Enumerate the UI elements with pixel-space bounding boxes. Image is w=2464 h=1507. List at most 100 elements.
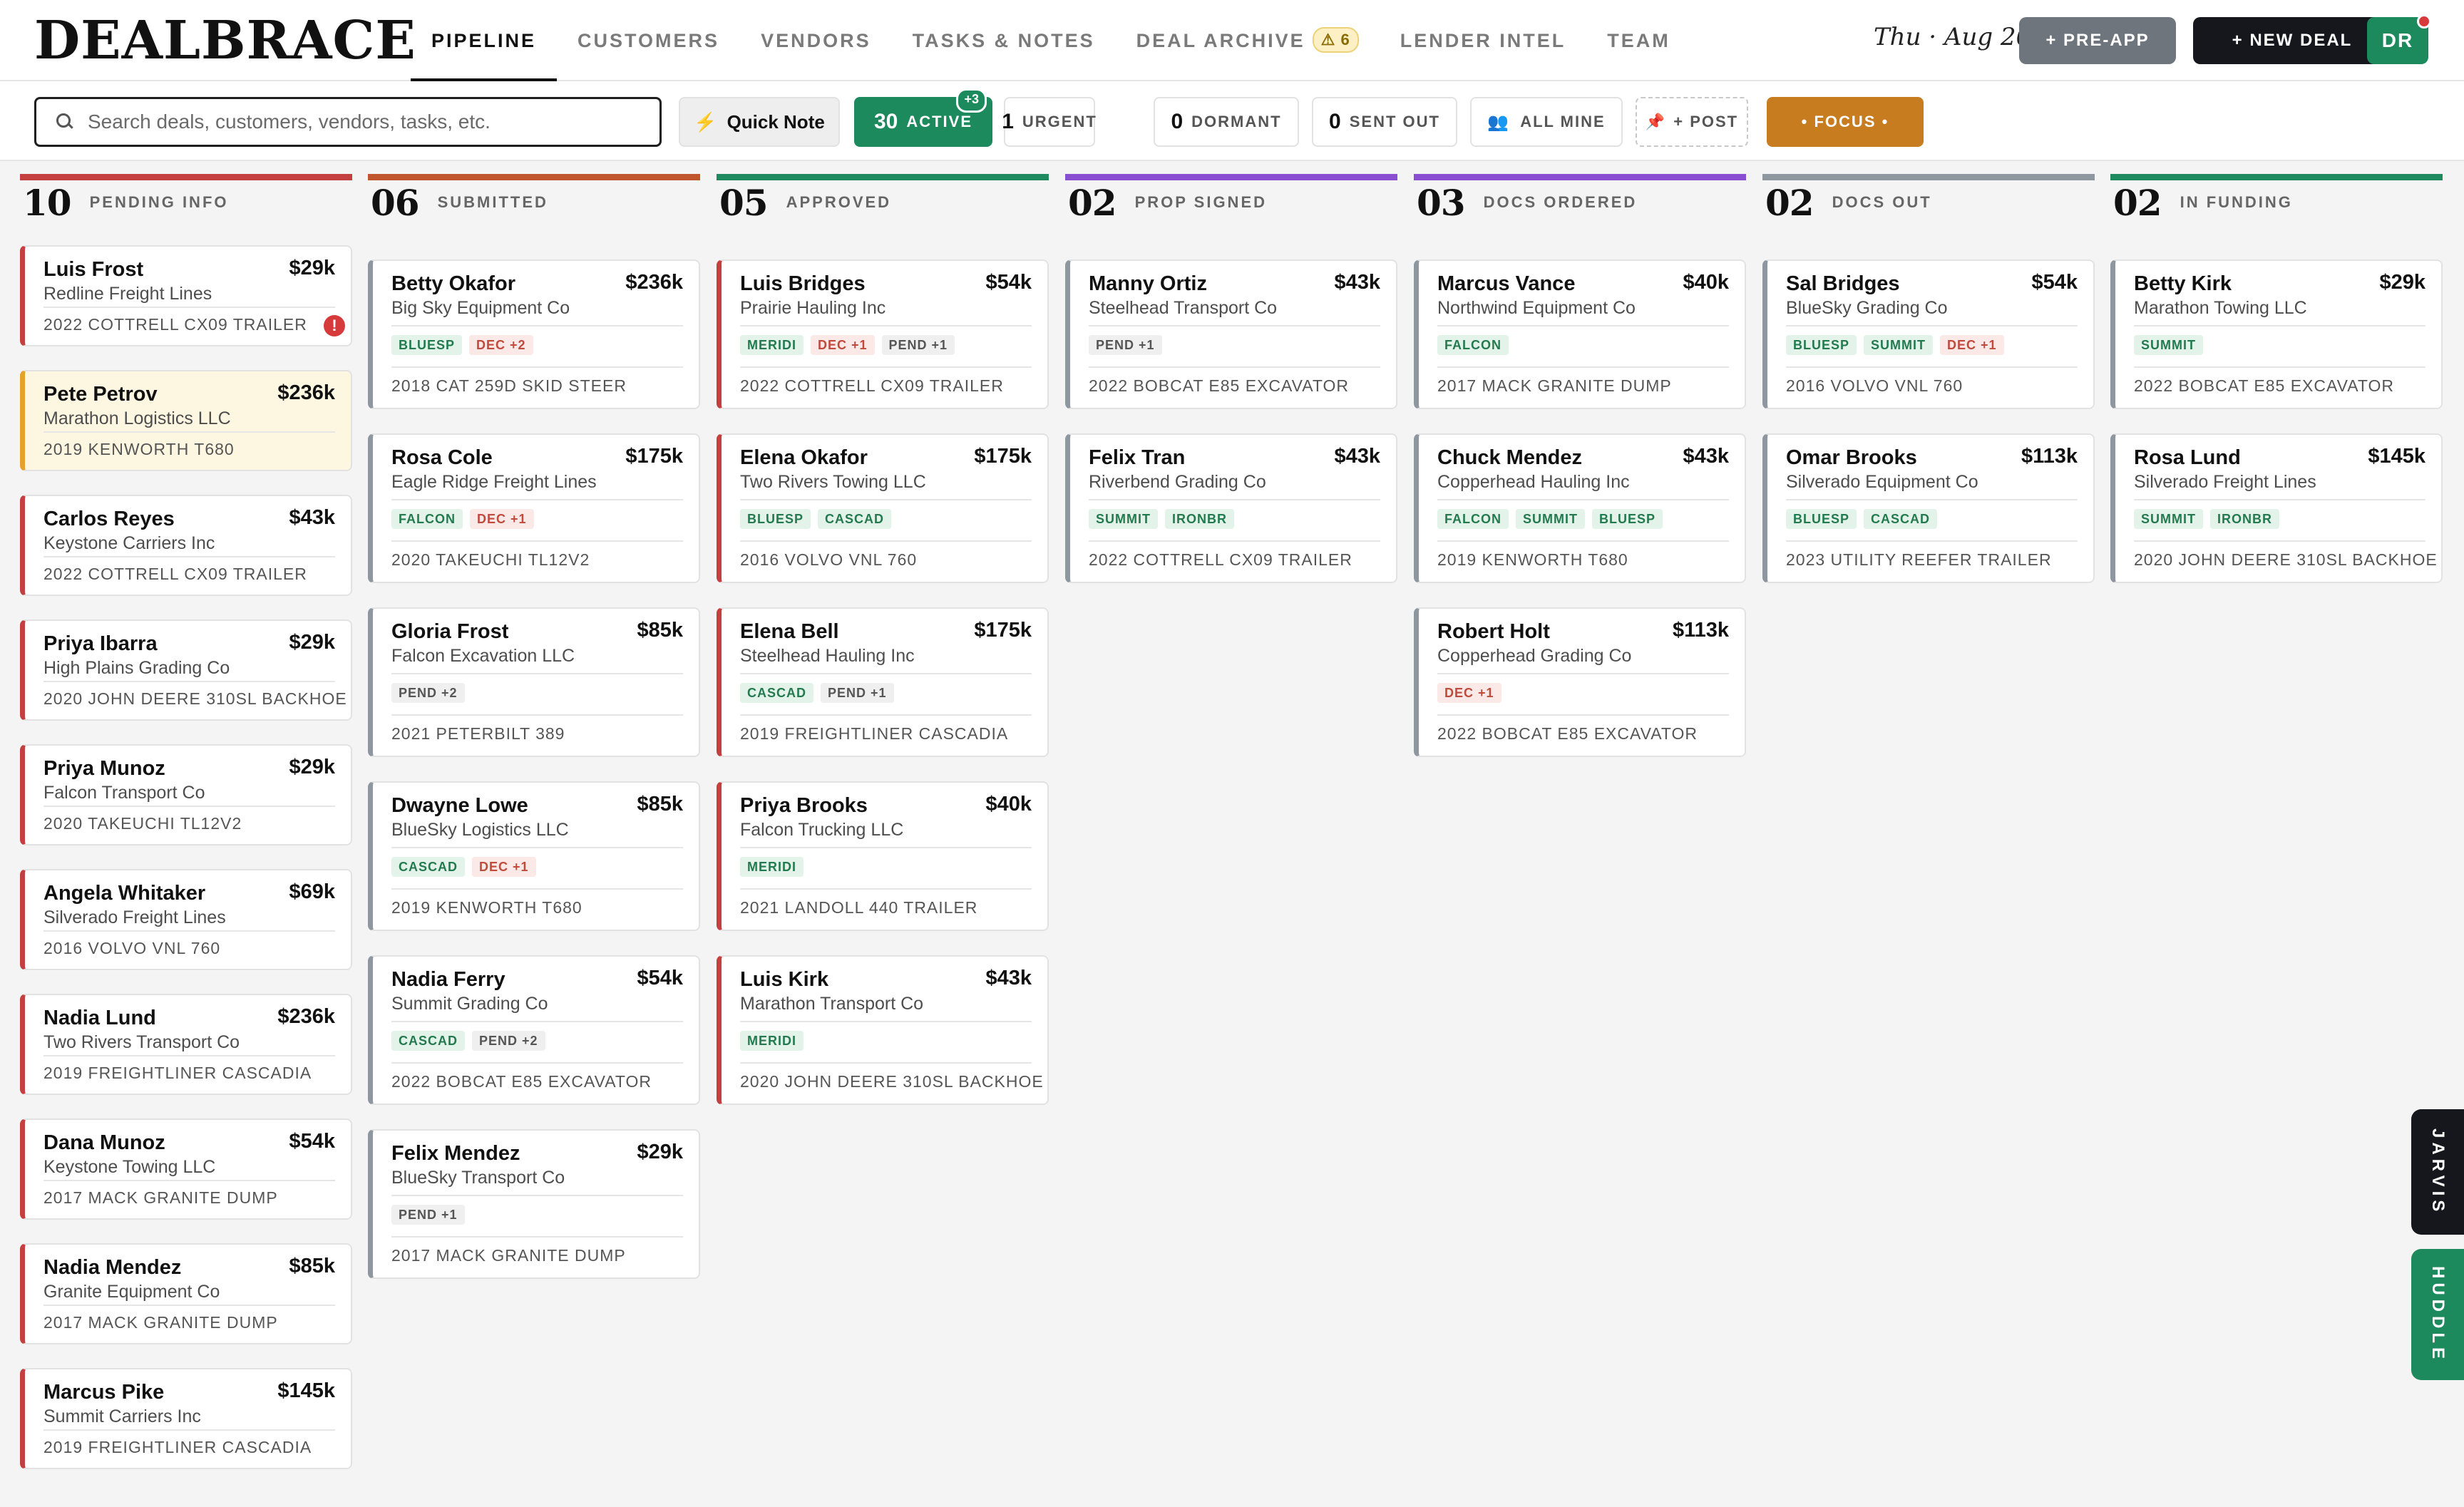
deal-amount: $236k xyxy=(277,381,335,404)
current-date: Thu · Aug 20 xyxy=(1874,23,2032,51)
column-count: 05 xyxy=(719,181,769,224)
card-divider xyxy=(43,681,335,682)
deal-card[interactable]: Sal Bridges $54k BlueSky Grading Co BLUESP S… xyxy=(1762,259,2095,409)
deal-card[interactable]: Omar Brooks $113k Silverado Equipment Co BL… xyxy=(1762,433,2095,583)
urgent-label: URGENT xyxy=(1022,113,1097,130)
deal-card[interactable]: Priya Brooks $40k Falcon Trucking LLC MERID… xyxy=(717,781,1049,931)
tab-lender-intel[interactable]: LENDER INTEL xyxy=(1380,0,1587,81)
lender-tags: PEND +1 xyxy=(391,1205,465,1225)
search-input[interactable] xyxy=(86,110,645,134)
lender-tags: BLUESP SUMMIT DEC +1 xyxy=(1786,335,2004,355)
deal-card[interactable]: Priya Munoz $29k Falcon Transport Co 2020 T… xyxy=(20,744,352,845)
column-header: 02 IN FUNDING xyxy=(2110,180,2443,225)
deal-card[interactable]: Robert Holt $113k Copperhead Grading Co DEC… xyxy=(1414,607,1746,757)
deal-equipment: 2023 UTILITY REEFER TRAILER xyxy=(1786,550,2052,569)
tab-pipeline[interactable]: PIPELINE xyxy=(411,0,558,83)
deal-card[interactable]: Manny Ortiz $43k Steelhead Transport Co PEN… xyxy=(1065,259,1397,409)
card-divider xyxy=(1437,673,1729,674)
lender-tag: DEC +1 xyxy=(470,509,534,529)
deal-card[interactable]: Marcus Vance $40k Northwind Equipment Co FA… xyxy=(1414,259,1746,409)
deal-company: Eagle Ridge Freight Lines xyxy=(391,472,597,492)
filter-active[interactable]: 30 ACTIVE +3 xyxy=(854,88,992,147)
deal-card[interactable]: Dana Munoz $54k Keystone Towing LLC 2017 MA… xyxy=(20,1118,352,1220)
deal-name: Dwayne Lowe xyxy=(391,794,528,817)
deal-card[interactable]: Luis Bridges $54k Prairie Hauling Inc MERID… xyxy=(717,259,1049,409)
deal-card[interactable]: Betty Okafor $236k Big Sky Equipment Co BLU… xyxy=(368,259,700,409)
column-color-bar xyxy=(1065,174,1397,180)
deal-card[interactable]: Marcus Pike $145k Summit Carriers Inc 2019 … xyxy=(20,1368,352,1469)
column-header: 02 DOCS OUT xyxy=(1762,180,2095,225)
column-pending-info: 10 PENDING INFO Luis Frost $29k Redline Frei… xyxy=(20,174,352,1469)
lender-tag: PEND +1 xyxy=(881,335,955,355)
card-divider xyxy=(1437,499,1729,500)
deal-card[interactable]: Carlos Reyes $43k Keystone Carriers Inc 202… xyxy=(20,495,352,596)
tab-label: TEAM xyxy=(1607,30,1670,51)
deal-card[interactable]: Priya Ibarra $29k High Plains Grading Co 20… xyxy=(20,619,352,721)
deal-name: Rosa Lund xyxy=(2134,446,2241,469)
deal-card[interactable]: Elena Okafor $175k Two Rivers Towing LLC BL… xyxy=(717,433,1049,583)
deal-company: Prairie Hauling Inc xyxy=(740,298,886,318)
focus-button[interactable]: • FOCUS • xyxy=(1767,97,1924,147)
deal-company: Marathon Logistics LLC xyxy=(43,408,231,428)
deal-name: Carlos Reyes xyxy=(43,508,175,530)
deal-equipment: 2022 COTTRELL CX09 TRAILER xyxy=(740,376,1004,395)
filter-all-mine[interactable]: 👥 ALL MINE xyxy=(1470,97,1623,147)
deal-name: Chuck Mendez xyxy=(1437,446,1583,469)
deal-equipment: 2019 FREIGHTLINER CASCADIA xyxy=(43,1438,312,1456)
deal-card[interactable]: Felix Tran $43k Riverbend Grading Co SUMMIT… xyxy=(1065,433,1397,583)
user-avatar[interactable]: DR xyxy=(2367,14,2431,64)
tab-team[interactable]: TEAM xyxy=(1586,0,1691,81)
column-title: APPROVED xyxy=(786,193,892,211)
deal-amount: $145k xyxy=(277,1379,335,1402)
lender-tag: SUMMIT xyxy=(1864,335,1934,355)
pre-app-button[interactable]: + PRE-APP xyxy=(2019,17,2176,64)
column-title: SUBMITTED xyxy=(437,193,548,211)
lender-tags: MERIDI xyxy=(740,1031,804,1051)
deal-card[interactable]: Nadia Mendez $85k Granite Equipment Co 2017… xyxy=(20,1243,352,1344)
deal-amount: $113k xyxy=(2021,445,2078,468)
tab-vendors[interactable]: VENDORS xyxy=(740,0,892,81)
deal-card[interactable]: Rosa Lund $145k Silverado Freight Lines SUM… xyxy=(2110,433,2443,583)
deal-company: Redline Freight Lines xyxy=(43,284,212,304)
tab-deal-archive[interactable]: DEAL ARCHIVE ⚠ 6 xyxy=(1116,0,1380,81)
quick-note-button[interactable]: ⚡ Quick Note xyxy=(679,97,840,147)
tab-customers[interactable]: CUSTOMERS xyxy=(557,0,740,81)
post-button[interactable]: 📌 + POST xyxy=(1636,97,1748,147)
huddle-tab[interactable]: HUDDLE xyxy=(2411,1249,2464,1380)
filter-urgent[interactable]: 1 URGENT xyxy=(1002,97,1097,147)
deal-name: Luis Frost xyxy=(43,258,144,281)
tab-tasks-notes[interactable]: TASKS & NOTES xyxy=(892,0,1116,81)
logo[interactable]: DEALBRACE xyxy=(34,10,416,71)
search-box xyxy=(34,97,662,147)
deal-card[interactable]: Chuck Mendez $43k Copperhead Hauling Inc FA… xyxy=(1414,433,1746,583)
card-divider xyxy=(740,714,1032,716)
deal-amount: $29k xyxy=(289,631,335,654)
deal-amount: $145k xyxy=(2368,445,2426,468)
deal-card[interactable]: Luis Frost $29k Redline Freight Lines 2022 … xyxy=(20,245,352,346)
filter-dormant[interactable]: 0 DORMANT xyxy=(1154,97,1299,147)
deal-card[interactable]: Gloria Frost $85k Falcon Excavation LLC PEN… xyxy=(368,607,700,757)
new-deal-button[interactable]: + NEW DEAL xyxy=(2193,17,2391,64)
dormant-label: DORMANT xyxy=(1191,113,1282,130)
deal-card[interactable]: Luis Kirk $43k Marathon Transport Co MERIDI… xyxy=(717,955,1049,1105)
deal-card[interactable]: Dwayne Lowe $85k BlueSky Logistics LLC CASC… xyxy=(368,781,700,931)
column-header: 03 DOCS ORDERED xyxy=(1414,180,1746,225)
lender-tag: PEND +2 xyxy=(472,1031,545,1051)
jarvis-label: JARVIS xyxy=(2428,1128,2448,1216)
deal-company: Copperhead Hauling Inc xyxy=(1437,472,1630,492)
deal-amount: $43k xyxy=(1683,445,1729,468)
jarvis-tab[interactable]: JARVIS xyxy=(2411,1109,2464,1235)
filter-sent-out[interactable]: 0 SENT OUT xyxy=(1312,97,1457,147)
deal-card[interactable]: Rosa Cole $175k Eagle Ridge Freight Lines F… xyxy=(368,433,700,583)
deal-company: Keystone Towing LLC xyxy=(43,1157,216,1177)
deal-card[interactable]: Betty Kirk $29k Marathon Towing LLC SUMMIT 2… xyxy=(2110,259,2443,409)
card-divider xyxy=(391,1195,683,1196)
deal-card[interactable]: Nadia Lund $236k Two Rivers Transport Co 20… xyxy=(20,994,352,1095)
card-divider xyxy=(2134,540,2426,542)
deal-card[interactable]: Elena Bell $175k Steelhead Hauling Inc CASC… xyxy=(717,607,1049,757)
deal-card[interactable]: Angela Whitaker $69k Silverado Freight Lin… xyxy=(20,869,352,970)
deal-company: Marathon Towing LLC xyxy=(2134,298,2307,318)
deal-card[interactable]: Pete Petrov $236k Marathon Logistics LLC 20… xyxy=(20,370,352,471)
deal-card[interactable]: Nadia Ferry $54k Summit Grading Co CASCAD PE… xyxy=(368,955,700,1105)
deal-card[interactable]: Felix Mendez $29k BlueSky Transport Co PEND… xyxy=(368,1129,700,1279)
